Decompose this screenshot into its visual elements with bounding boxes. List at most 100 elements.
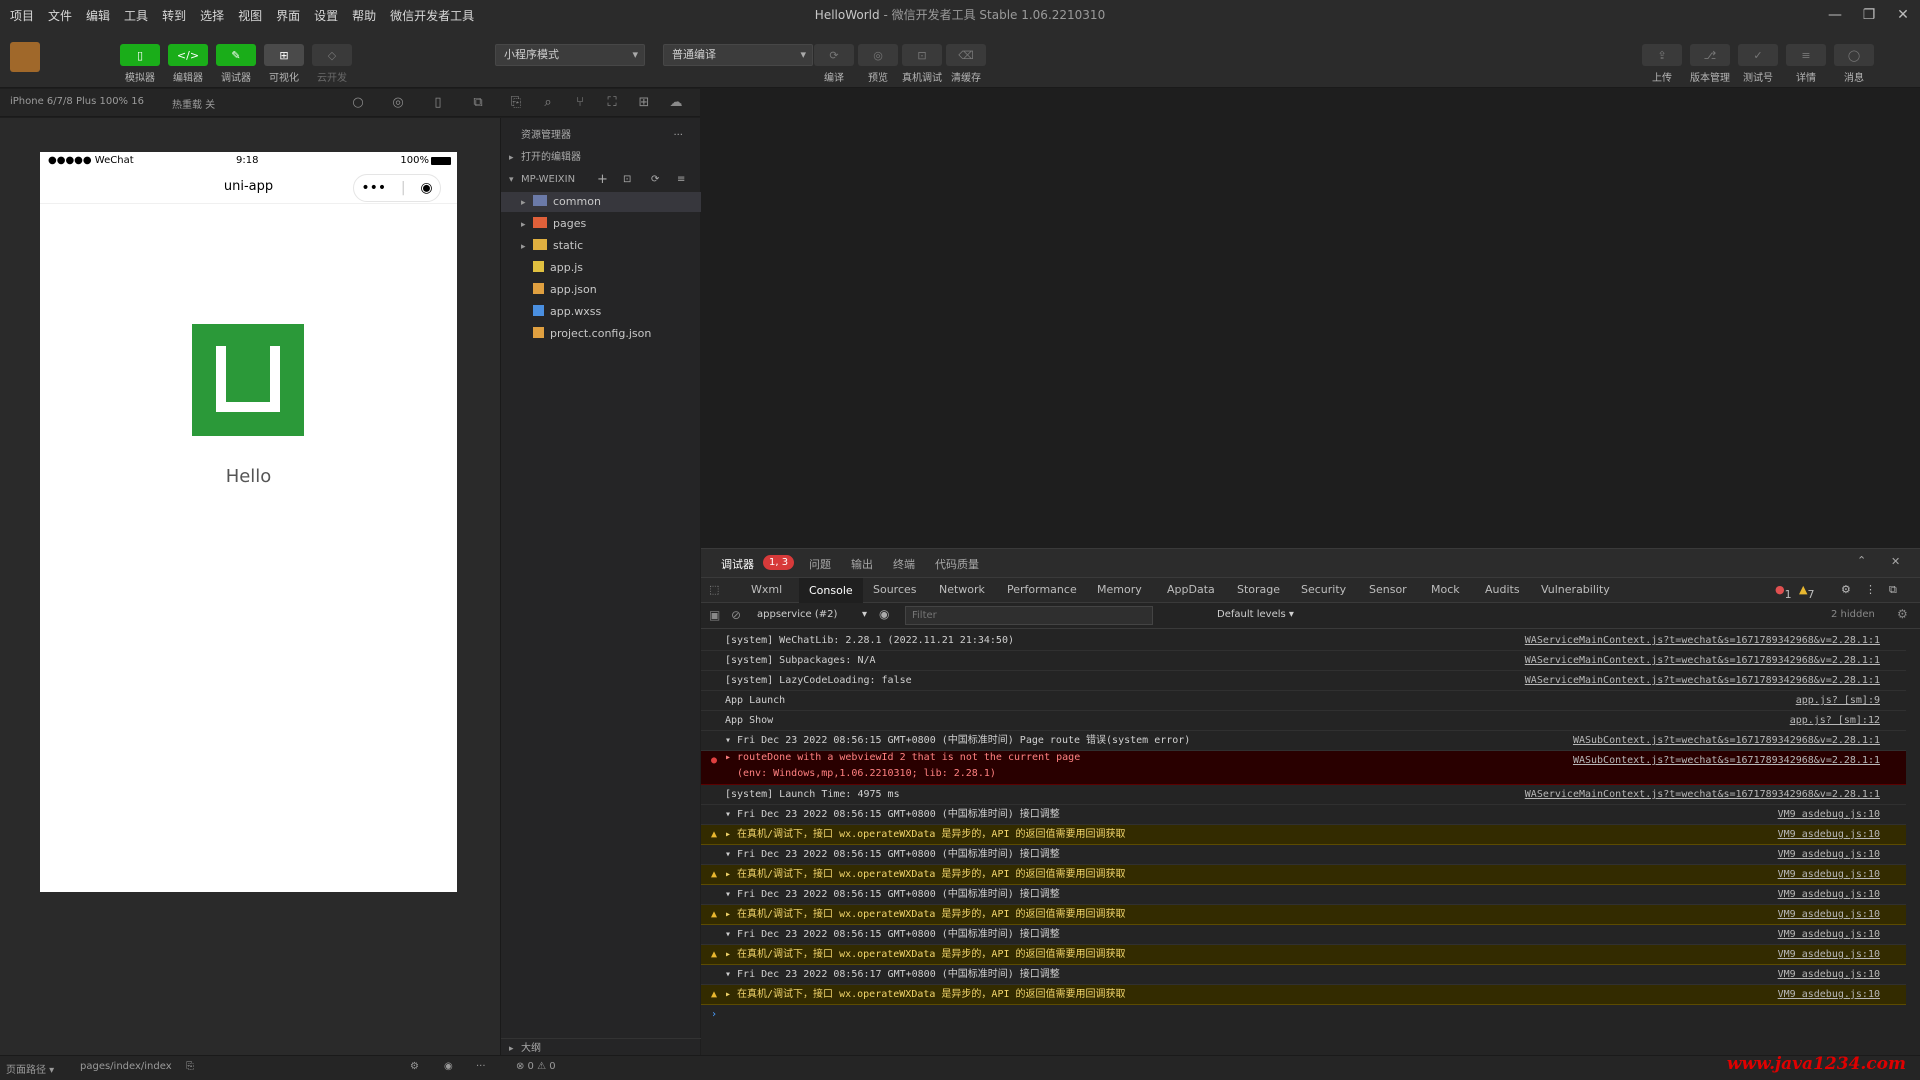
menu-item[interactable]: 界面 bbox=[276, 7, 300, 24]
close-window-icon[interactable]: ✕ bbox=[1886, 0, 1920, 30]
devtools-tab[interactable]: Memory bbox=[1097, 583, 1142, 596]
toolbar-button[interactable]: ⎇ 版本管理 bbox=[1688, 44, 1732, 84]
menu-item[interactable]: 帮助 bbox=[352, 7, 376, 24]
console-source-link[interactable]: VM9 asdebug.js:10 bbox=[1778, 925, 1880, 944]
toolbar-button[interactable]: ⟳ 编译 bbox=[812, 44, 856, 84]
clear-console-icon[interactable]: ⊘ bbox=[731, 608, 741, 622]
toolbar-button[interactable]: ⊡ 真机调试 bbox=[900, 44, 944, 84]
file-item[interactable]: app.json bbox=[501, 280, 701, 300]
console-source-link[interactable]: VM9 asdebug.js:10 bbox=[1778, 905, 1880, 924]
more-icon[interactable]: ··· bbox=[476, 1061, 486, 1072]
console-source-link[interactable]: VM9 asdebug.js:10 bbox=[1778, 885, 1880, 904]
page-path-select[interactable]: 页面路径 ▾ bbox=[6, 1061, 54, 1076]
toolbar-button[interactable]: ⌫ 清缓存 bbox=[944, 44, 988, 84]
settings-icon[interactable]: ⚙ bbox=[1841, 583, 1851, 596]
close-panel-icon[interactable]: ✕ bbox=[1891, 555, 1900, 568]
menu-item[interactable]: 选择 bbox=[200, 7, 224, 24]
context-select[interactable]: appservice (#2) ▾ bbox=[757, 609, 867, 620]
window-icon[interactable]: ⧉ bbox=[470, 95, 486, 111]
toolbar-button[interactable]: ▯ 模拟器 bbox=[118, 44, 162, 84]
console-source-link[interactable]: app.js? [sm]:12 bbox=[1790, 711, 1880, 730]
eye-icon[interactable]: ◉ bbox=[879, 607, 889, 621]
folder-item[interactable]: ▸ pages bbox=[501, 214, 701, 234]
editor-area[interactable] bbox=[701, 89, 1920, 547]
console-message[interactable]: ▾ Fri Dec 23 2022 08:56:15 GMT+0800 (中国标… bbox=[725, 731, 1190, 750]
console-source-link[interactable]: app.js? [sm]:9 bbox=[1796, 691, 1880, 710]
new-file-icon[interactable]: + bbox=[597, 170, 608, 190]
console-source-link[interactable]: VM9 asdebug.js:10 bbox=[1778, 865, 1880, 884]
menu-item[interactable]: 设置 bbox=[314, 7, 338, 24]
tab-debugger[interactable]: 调试器 bbox=[721, 556, 754, 572]
avatar[interactable] bbox=[10, 42, 40, 72]
console-message[interactable]: ▾ Fri Dec 23 2022 08:56:15 GMT+0800 (中国标… bbox=[725, 845, 1060, 864]
toolbar-button[interactable]: ⇪ 上传 bbox=[1640, 44, 1684, 84]
folder-item[interactable]: ▸ common bbox=[501, 192, 701, 212]
devtools-tab[interactable]: Security bbox=[1301, 583, 1346, 596]
minimize-icon[interactable]: — bbox=[1818, 0, 1852, 30]
phone-simulator[interactable]: ●●●●● WeChat 9:18 100% uni-app ••• | ◉ H… bbox=[40, 152, 457, 892]
menu-item[interactable]: 转到 bbox=[162, 7, 186, 24]
hot-reload-toggle[interactable]: 热重载 关 bbox=[172, 96, 215, 111]
devtools-tab[interactable]: Storage bbox=[1237, 583, 1280, 596]
preview-eye-icon[interactable]: ◉ bbox=[444, 1061, 453, 1072]
console-message[interactable]: ▾ Fri Dec 23 2022 08:56:15 GMT+0800 (中国标… bbox=[725, 925, 1060, 944]
console-source-link[interactable]: WASubContext.js?t=wechat&s=1671789342968… bbox=[1573, 751, 1880, 771]
refresh-icon[interactable]: ⟳ bbox=[651, 170, 659, 190]
problem-counts[interactable]: ⊗ 0 ⚠ 0 bbox=[516, 1061, 556, 1072]
devtools-tab[interactable]: Audits bbox=[1485, 583, 1520, 596]
debug-icon[interactable]: ⛶ bbox=[604, 95, 620, 111]
search-icon[interactable]: ⌕ bbox=[540, 95, 556, 111]
devtools-tab[interactable]: Vulnerability bbox=[1541, 583, 1610, 596]
close-mini-icon[interactable]: ◉ bbox=[420, 180, 432, 196]
mode-select[interactable]: 小程序模式 bbox=[495, 44, 645, 66]
menu-item[interactable]: 工具 bbox=[124, 7, 148, 24]
chevron-up-icon[interactable]: ⌃ bbox=[1857, 554, 1866, 567]
inspect-icon[interactable]: ⬚ bbox=[709, 583, 719, 596]
tab-output[interactable]: 输出 bbox=[851, 556, 873, 572]
undock-icon[interactable]: ⧉ bbox=[1889, 583, 1897, 597]
device-select[interactable]: iPhone 6/7/8 Plus 100% 16 bbox=[10, 96, 144, 107]
toolbar-button[interactable]: ◇ 云开发 bbox=[310, 44, 354, 84]
menu-item[interactable]: 文件 bbox=[48, 7, 72, 24]
sidebar-toggle-icon[interactable]: ▣ bbox=[709, 608, 720, 622]
maximize-icon[interactable]: ❐ bbox=[1852, 0, 1886, 30]
devtools-tab[interactable]: Sources bbox=[873, 583, 917, 596]
tab-code-quality[interactable]: 代码质量 bbox=[935, 556, 979, 572]
console-source-link[interactable]: VM9 asdebug.js:10 bbox=[1778, 965, 1880, 984]
files-icon[interactable]: ⎘ bbox=[508, 95, 524, 111]
log-levels-select[interactable]: Default levels ▾ bbox=[1217, 609, 1294, 620]
new-folder-icon[interactable]: ⊡ bbox=[623, 170, 631, 190]
console-source-link[interactable]: WAServiceMainContext.js?t=wechat&s=16717… bbox=[1525, 785, 1880, 804]
console-source-link[interactable]: VM9 asdebug.js:10 bbox=[1778, 945, 1880, 964]
compile-select[interactable]: 普通编译 bbox=[663, 44, 813, 66]
open-editors-section[interactable]: ▸ 打开的编辑器 bbox=[501, 148, 701, 168]
filter-input[interactable] bbox=[905, 606, 1153, 625]
kebab-icon[interactable]: ⋮ bbox=[1865, 583, 1876, 596]
console-source-link[interactable]: WAServiceMainContext.js?t=wechat&s=16717… bbox=[1525, 651, 1880, 670]
console-message[interactable]: ▾ Fri Dec 23 2022 08:56:17 GMT+0800 (中国标… bbox=[725, 965, 1060, 984]
copy-icon[interactable]: ⎘ bbox=[186, 1061, 194, 1072]
toolbar-button[interactable]: ✓ 测试号 bbox=[1736, 44, 1780, 84]
devtools-tab[interactable]: Wxml bbox=[751, 583, 782, 596]
menu-item[interactable]: 视图 bbox=[238, 7, 262, 24]
project-section[interactable]: ▾ MP-WEIXIN + ⊡ ⟳ ≡ bbox=[501, 170, 701, 190]
devtools-tab[interactable]: Mock bbox=[1431, 583, 1460, 596]
devtools-tab[interactable]: Performance bbox=[1007, 583, 1077, 596]
file-item[interactable]: project.config.json bbox=[501, 324, 701, 344]
folder-item[interactable]: ▸ static bbox=[501, 236, 701, 256]
more-actions-icon[interactable]: ··· bbox=[673, 126, 683, 146]
toolbar-button[interactable]: ◎ 预览 bbox=[856, 44, 900, 84]
collapse-icon[interactable]: ≡ bbox=[677, 170, 685, 190]
console-source-link[interactable]: VM9 asdebug.js:10 bbox=[1778, 985, 1880, 1004]
menu-item[interactable]: 微信开发者工具 bbox=[390, 7, 474, 24]
toolbar-button[interactable]: </> 编辑器 bbox=[166, 44, 210, 84]
console-source-link[interactable]: WASubContext.js?t=wechat&s=1671789342968… bbox=[1573, 731, 1880, 750]
target-icon[interactable]: ◎ bbox=[390, 95, 406, 111]
console-source-link[interactable]: WAServiceMainContext.js?t=wechat&s=16717… bbox=[1525, 671, 1880, 690]
devtools-tab[interactable]: Network bbox=[939, 583, 985, 596]
console-source-link[interactable]: VM9 asdebug.js:10 bbox=[1778, 825, 1880, 844]
devtools-tab[interactable]: AppData bbox=[1167, 583, 1215, 596]
console-source-link[interactable]: VM9 asdebug.js:10 bbox=[1778, 845, 1880, 864]
tab-terminal[interactable]: 终端 bbox=[893, 556, 915, 572]
console-message[interactable]: ▾ Fri Dec 23 2022 08:56:15 GMT+0800 (中国标… bbox=[725, 885, 1060, 904]
